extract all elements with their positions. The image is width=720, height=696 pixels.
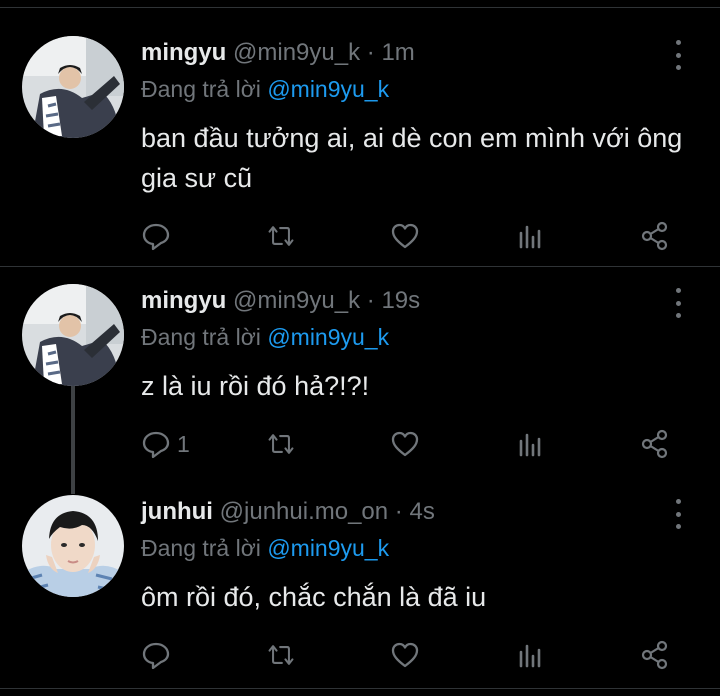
tweet-header: mingyu @min9yu_k · 19s [141,284,420,318]
like-button[interactable] [390,424,420,464]
more-vertical-icon[interactable] [670,499,686,529]
heart-icon [391,431,419,457]
share-button[interactable] [640,216,670,256]
reply-button[interactable] [141,635,177,675]
replying-to-label: Đang trả lời [141,535,261,561]
reply-icon [142,431,170,459]
share-button[interactable] [640,424,670,464]
tweet-header: mingyu @min9yu_k · 1m [141,36,415,70]
tweet-1[interactable]: mingyu @min9yu_k · 1m Đang trả lời @min9… [0,36,720,266]
views-button[interactable] [516,216,546,256]
share-icon [641,221,668,251]
replying-to: Đang trả lời @min9yu_k [141,321,389,353]
reply-button[interactable]: 1 [141,424,190,464]
timestamp[interactable]: 19s [381,287,420,314]
separator-dot: · [366,287,375,314]
more-vertical-icon[interactable] [670,288,686,318]
views-icon [519,225,541,249]
tweet-divider [0,266,720,267]
tweet-text: ôm rồi đó, chắc chắn là đã iu [141,582,487,612]
share-button[interactable] [640,635,670,675]
user-handle[interactable]: @min9yu_k [233,39,360,66]
action-bar: 1 [0,424,720,464]
separator-dot: · [366,39,375,66]
share-icon [641,640,668,670]
tweet-text: ban đầu tưởng ai, ai dè con em mình với … [141,123,683,193]
retweet-button[interactable] [266,216,296,256]
like-button[interactable] [390,635,420,675]
mention-link[interactable]: @min9yu_k [267,535,389,561]
heart-icon [391,223,419,249]
tweet-text: z là iu rồi đó hả?!?! [141,371,370,401]
replying-to-label: Đang trả lời [141,76,261,102]
reply-icon [142,223,170,251]
timestamp[interactable]: 4s [409,498,434,525]
more-vertical-icon[interactable] [670,40,686,70]
action-bar [0,635,720,675]
display-name[interactable]: junhui [141,498,213,525]
replying-to: Đang trả lời @min9yu_k [141,532,389,564]
retweet-icon [268,434,294,454]
action-bar [0,216,720,256]
retweet-icon [268,645,294,665]
retweet-button[interactable] [266,635,296,675]
separator-dot: · [394,498,403,525]
views-icon [519,644,541,668]
avatar-mingyu[interactable] [22,36,124,138]
retweet-button[interactable] [266,424,296,464]
user-handle[interactable]: @junhui.mo_on [220,498,388,525]
avatar-mingyu[interactable] [22,284,124,386]
views-icon [519,433,541,457]
user-handle[interactable]: @min9yu_k [233,287,360,314]
reply-count: 1 [177,430,190,457]
like-button[interactable] [390,216,420,256]
avatar-junhui[interactable] [22,495,124,597]
mention-link[interactable]: @min9yu_k [267,324,389,350]
share-icon [641,429,668,459]
tweet-3[interactable]: junhui @junhui.mo_on · 4s Đang trả lời @… [0,495,720,685]
views-button[interactable] [516,424,546,464]
timestamp[interactable]: 1m [381,39,414,66]
replying-to: Đang trả lời @min9yu_k [141,73,389,105]
views-button[interactable] [516,635,546,675]
reply-button[interactable] [141,216,177,256]
reply-icon [142,642,170,670]
display-name[interactable]: mingyu [141,39,226,66]
mention-link[interactable]: @min9yu_k [267,76,389,102]
tweet-2[interactable]: mingyu @min9yu_k · 19s Đang trả lời @min… [0,284,720,494]
tweet-header: junhui @junhui.mo_on · 4s [141,495,435,529]
top-divider [0,7,720,8]
replying-to-label: Đang trả lời [141,324,261,350]
bottom-divider [0,688,720,689]
retweet-icon [268,226,294,246]
heart-icon [391,642,419,668]
display-name[interactable]: mingyu [141,287,226,314]
